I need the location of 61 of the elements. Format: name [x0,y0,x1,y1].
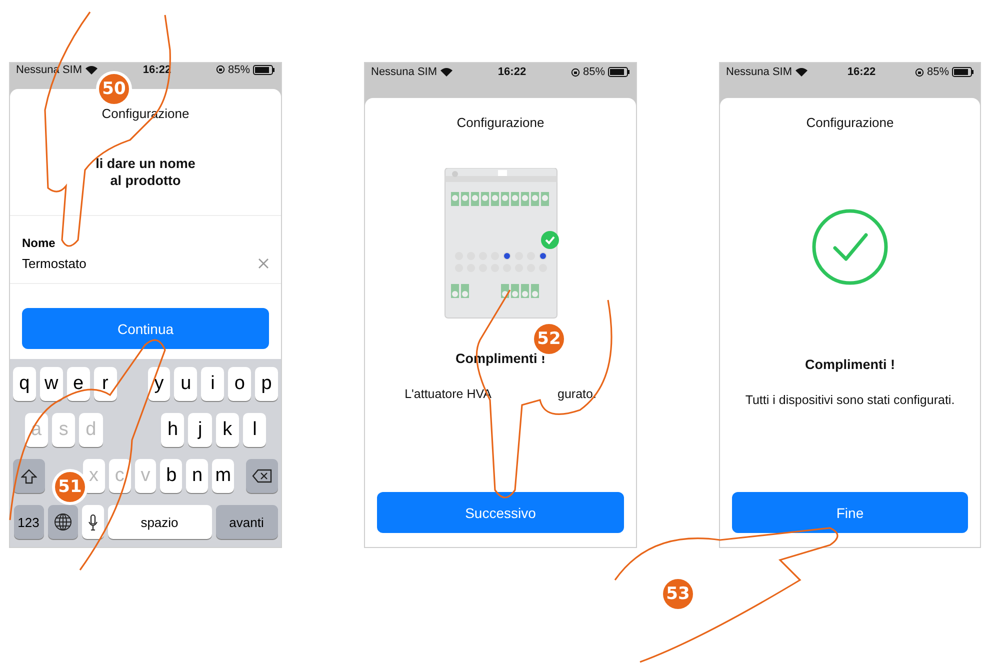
field-label: Nome [22,236,56,250]
step-number-badge: 51 [55,472,85,502]
return-key[interactable]: avanti [216,505,278,539]
finish-button[interactable]: Fine [732,492,968,533]
step-number-badge: 53 [663,579,693,609]
rotation-lock-icon [570,68,580,76]
key[interactable]: h [161,413,184,447]
backspace-icon [252,469,272,483]
carrier-label: Nessuna SIM [371,66,438,78]
key[interactable]: o [228,367,252,401]
message-text: Tutti i dispositivi sono stati configurati. [745,393,955,407]
backspace-key[interactable] [246,459,278,493]
message-text: gurato. [558,387,596,401]
key[interactable]: p [255,367,278,401]
space-key[interactable]: spazio [108,505,212,539]
shift-icon [20,468,37,484]
shift-key[interactable] [13,459,45,493]
clock-time: 16:22 [847,66,876,78]
field-value: Termostato [22,256,86,271]
battery-icon [608,67,630,77]
key[interactable]: n [186,459,208,493]
heading: li dare un nome al prodotto [96,155,196,189]
key[interactable]: l [243,413,266,447]
key[interactable]: u [174,367,198,401]
battery-icon [252,64,275,75]
key[interactable]: k [216,413,240,447]
key[interactable]: j [188,413,212,447]
wifi-icon [440,67,454,77]
microphone-icon [88,514,98,530]
battery-icon [952,67,974,77]
microphone-key[interactable] [82,505,104,539]
step-number-badge: 52 [534,324,564,354]
key[interactable]: r [94,367,117,401]
sheet-title: Configurazione [806,115,894,130]
next-button[interactable]: Successivo [377,492,624,533]
battery-percent: 85% [926,66,949,78]
wifi-icon [85,64,98,75]
key[interactable]: b [160,459,182,493]
heading: Complimenti ! [805,356,895,373]
sheet-title: Configurazione [456,115,544,130]
continue-button[interactable]: Continua [22,308,269,349]
key[interactable]: e [66,367,90,401]
rotation-lock-icon [914,68,924,76]
battery-percent: 85% [228,64,250,76]
battery-percent: 85% [582,66,605,78]
wifi-icon [795,67,808,77]
numbers-key[interactable]: 123 [14,505,44,539]
rotation-lock-icon [216,65,225,74]
clock-time: 16:22 [498,66,526,78]
globe-icon [54,513,72,531]
key[interactable]: m [212,459,234,493]
key[interactable]: w [40,367,63,401]
key[interactable]: i [201,367,224,401]
key[interactable]: y [148,367,170,401]
check-circle-icon [811,208,889,286]
name-field[interactable]: Nome Termostato [10,215,281,284]
carrier-label: Nessuna SIM [726,66,792,78]
globe-key[interactable] [48,505,78,539]
clear-icon[interactable] [258,258,269,269]
step-number-badge: 50 [99,74,129,104]
key[interactable]: q [12,367,36,401]
